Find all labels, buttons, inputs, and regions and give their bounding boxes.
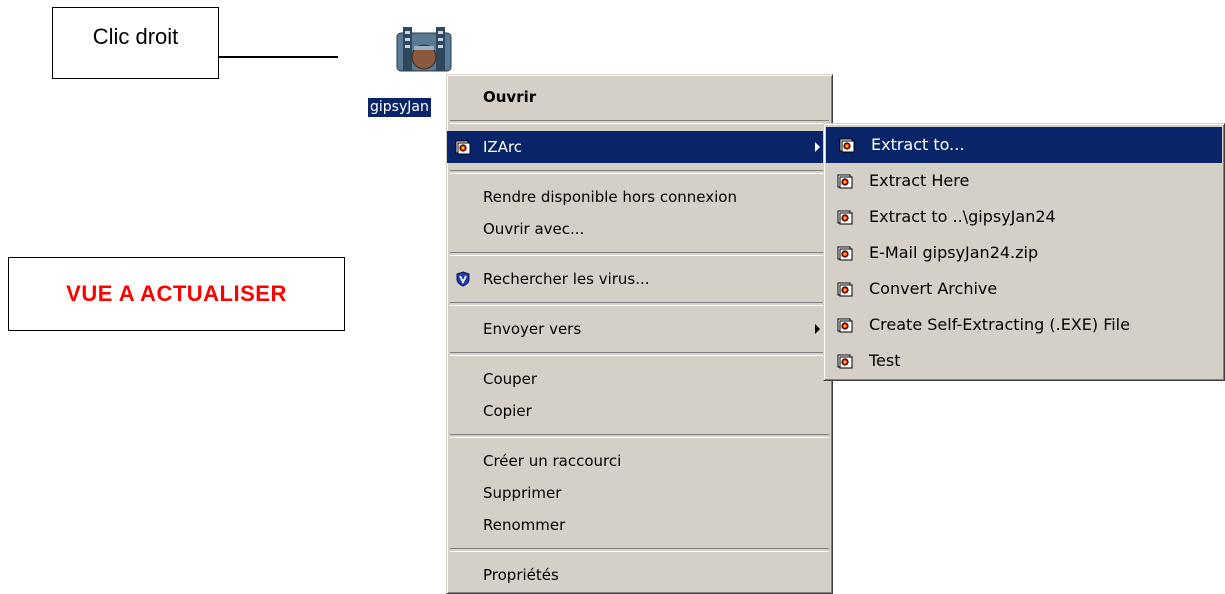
callout-right-click-text: Clic droit	[92, 24, 179, 49]
callout-right-click: Clic droit	[52, 7, 219, 79]
menu-item-copy[interactable]: Copier	[447, 395, 832, 427]
submenu-item-extract-to-label: Extract to...	[871, 135, 965, 154]
izarc-icon	[837, 173, 853, 189]
submenu-item-test[interactable]: Test	[824, 343, 1224, 379]
menu-separator	[450, 302, 829, 306]
callout-connector-line	[219, 56, 338, 58]
menu-item-cut-label: Couper	[483, 370, 538, 388]
menu-item-create-shortcut[interactable]: Créer un raccourci	[447, 445, 832, 477]
menu-item-make-offline-label: Rendre disponible hors connexion	[483, 188, 737, 206]
menu-item-delete[interactable]: Supprimer	[447, 477, 832, 509]
izarc-icon	[837, 245, 853, 261]
menu-item-open-with-label: Ouvrir avec...	[483, 220, 585, 238]
menu-item-cut[interactable]: Couper	[447, 363, 832, 395]
submenu-item-extract-to-folder-label: Extract to ..\gipsyJan24	[869, 207, 1056, 226]
submenu-item-extract-to[interactable]: Extract to...	[826, 127, 1222, 163]
submenu-item-self-extracting[interactable]: Create Self-Extracting (.EXE) File	[824, 307, 1224, 343]
menu-item-scan-virus-label: Rechercher les virus...	[483, 270, 650, 288]
submenu-arrow-icon	[815, 324, 820, 334]
submenu-item-email-label: E-Mail gipsyJan24.zip	[869, 243, 1039, 262]
callout-refresh-view: VUE A ACTUALISER	[8, 257, 345, 331]
izarc-submenu: Extract to... Extract Here Extract to ..…	[823, 123, 1225, 381]
antivirus-shield-icon	[456, 271, 470, 287]
menu-item-send-to[interactable]: Envoyer vers	[447, 313, 832, 345]
menu-item-properties-label: Propriétés	[483, 566, 559, 584]
submenu-item-test-label: Test	[869, 351, 901, 370]
menu-item-send-to-label: Envoyer vers	[483, 320, 582, 338]
submenu-item-convert-archive[interactable]: Convert Archive	[824, 271, 1224, 307]
menu-item-copy-label: Copier	[483, 402, 532, 420]
menu-item-rename[interactable]: Renommer	[447, 509, 832, 541]
submenu-arrow-icon	[815, 142, 820, 152]
izarc-icon	[455, 139, 471, 155]
callout-refresh-view-text: VUE A ACTUALISER	[66, 281, 287, 306]
menu-item-izarc[interactable]: IZArc	[447, 131, 832, 163]
menu-item-rename-label: Renommer	[483, 516, 566, 534]
menu-separator	[450, 352, 829, 356]
menu-item-open-label: Ouvrir	[483, 88, 537, 106]
submenu-item-self-extracting-label: Create Self-Extracting (.EXE) File	[869, 315, 1130, 334]
menu-item-scan-virus[interactable]: Rechercher les virus...	[447, 263, 832, 295]
izarc-icon	[837, 353, 853, 369]
izarc-archive-icon[interactable]	[392, 22, 456, 78]
submenu-item-extract-to-folder[interactable]: Extract to ..\gipsyJan24	[824, 199, 1224, 235]
menu-separator	[450, 170, 829, 174]
menu-item-izarc-label: IZArc	[483, 138, 523, 156]
menu-item-open-with[interactable]: Ouvrir avec...	[447, 213, 832, 245]
menu-item-make-offline[interactable]: Rendre disponible hors connexion	[447, 181, 832, 213]
menu-item-open[interactable]: Ouvrir	[447, 81, 832, 113]
izarc-icon	[837, 317, 853, 333]
izarc-icon	[837, 209, 853, 225]
menu-item-delete-label: Supprimer	[483, 484, 562, 502]
desktop-icon-label[interactable]: gipsyJan	[368, 98, 431, 117]
menu-separator	[450, 252, 829, 256]
menu-item-properties[interactable]: Propriétés	[447, 559, 832, 591]
submenu-item-extract-here-label: Extract Here	[869, 171, 970, 190]
izarc-icon	[839, 137, 855, 153]
menu-item-create-shortcut-label: Créer un raccourci	[483, 452, 622, 470]
submenu-item-convert-archive-label: Convert Archive	[869, 279, 998, 298]
menu-separator	[450, 434, 829, 438]
menu-separator	[450, 120, 829, 124]
context-menu: Ouvrir IZArc Rendre disponible hors conn…	[446, 74, 833, 594]
submenu-item-email[interactable]: E-Mail gipsyJan24.zip	[824, 235, 1224, 271]
izarc-icon	[837, 281, 853, 297]
menu-separator	[450, 548, 829, 552]
submenu-item-extract-here[interactable]: Extract Here	[824, 163, 1224, 199]
